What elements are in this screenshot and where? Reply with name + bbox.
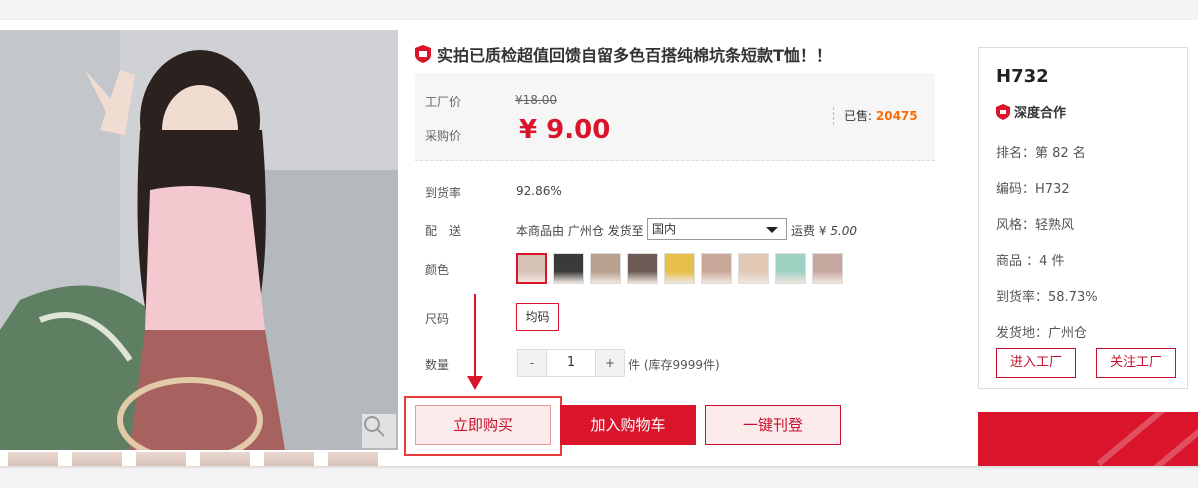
shop-goods: 商品 ：4 件 xyxy=(996,254,1065,269)
color-swatch[interactable] xyxy=(664,253,695,284)
factory-price-label: 工厂价 xyxy=(425,95,462,109)
shop-name: H732 xyxy=(996,66,1049,87)
shop-panel: H732 深度合作 排名：第 82 名 编码：H732 风格：轻熟风 商品 ：4… xyxy=(978,47,1188,389)
deep-cooperation-label: 深度合作 xyxy=(1014,106,1067,121)
annotation-arrow xyxy=(474,294,476,382)
sold-value: 20475 xyxy=(875,109,918,123)
annotation-arrow-head xyxy=(467,376,483,390)
color-swatch[interactable] xyxy=(738,253,769,284)
chevron-down-icon xyxy=(766,227,778,233)
color-swatches xyxy=(516,253,843,284)
product-card: 实拍已质检超值回馈自留多色百搭纯棉坑条短款T恤！！ 工厂价 ¥18.00 采购价… xyxy=(0,20,1198,466)
purchase-price: ¥ 9.00 xyxy=(519,115,611,145)
color-swatch[interactable] xyxy=(812,253,843,284)
shop-ship-from: 发货地：广州仓 xyxy=(996,326,1088,341)
add-to-cart-button[interactable]: 加入购物车 xyxy=(560,405,696,445)
color-swatch[interactable] xyxy=(516,253,547,284)
thumbnail[interactable] xyxy=(72,452,122,466)
enter-factory-button[interactable]: 进入工厂 xyxy=(996,348,1076,378)
color-swatch[interactable] xyxy=(627,253,658,284)
arrival-rate-label: 到货率 xyxy=(425,186,462,200)
zoom-button[interactable] xyxy=(362,414,396,448)
main-product-image[interactable] xyxy=(0,30,398,450)
color-swatch[interactable] xyxy=(701,253,732,284)
promo-banner[interactable] xyxy=(978,412,1198,466)
shipping-fee: 运费 ¥ 5.00 xyxy=(791,222,857,239)
destination-select-value: 国内 xyxy=(652,222,677,236)
color-swatch[interactable] xyxy=(553,253,584,284)
quantity-input[interactable]: 1 xyxy=(546,350,596,376)
quantity-label: 数量 xyxy=(425,358,450,372)
arrival-rate-value: 92.86% xyxy=(516,184,562,198)
color-swatch[interactable] xyxy=(775,253,806,284)
shop-style: 风格：轻熟风 xyxy=(996,218,1075,233)
shop-rank: 排名：第 82 名 xyxy=(996,146,1086,161)
thumbnail[interactable] xyxy=(264,452,314,466)
shield-badge-icon xyxy=(415,45,431,63)
delivery-text: 本商品由 广州仓 发货至 xyxy=(516,224,644,238)
quantity-minus-button[interactable]: - xyxy=(518,350,546,376)
product-title: 实拍已质检超值回馈自留多色百搭纯棉坑条短款T恤！！ xyxy=(437,46,832,65)
shipping-fee-label: 运费 ¥ xyxy=(791,224,827,238)
deep-cooperation-badge: 深度合作 xyxy=(996,102,1066,121)
magnifier-icon xyxy=(364,416,385,437)
shop-code: 编码：H732 xyxy=(996,182,1070,197)
size-label: 尺码 xyxy=(425,312,450,326)
color-swatch[interactable] xyxy=(590,253,621,284)
destination-select[interactable]: 国内 xyxy=(647,218,787,240)
thumbnail-strip xyxy=(8,452,378,466)
factory-price: ¥18.00 xyxy=(515,93,557,107)
title-row: 实拍已质检超值回馈自留多色百搭纯棉坑条短款T恤！！ xyxy=(415,42,832,66)
price-box: 工厂价 ¥18.00 采购价 ¥ 9.00 已售: 20475 xyxy=(415,73,935,161)
shield-icon xyxy=(996,103,1010,120)
quantity-plus-button[interactable]: + xyxy=(596,350,624,376)
size-option[interactable]: 均码 xyxy=(516,303,559,331)
shipping-fee-value: 5.00 xyxy=(830,224,857,238)
purchase-price-label: 采购价 xyxy=(425,129,462,143)
delivery-label: 配 送 xyxy=(425,224,462,238)
quantity-stepper: - 1 + xyxy=(517,349,625,377)
one-click-list-button[interactable]: 一键刊登 xyxy=(705,405,841,445)
shop-arrival-rate: 到货率：58.73% xyxy=(996,290,1098,305)
sold-count: 已售: 20475 xyxy=(833,107,918,125)
thumbnail[interactable] xyxy=(136,452,186,466)
thumbnail[interactable] xyxy=(200,452,250,466)
color-label: 颜色 xyxy=(425,263,450,277)
follow-factory-button[interactable]: 关注工厂 xyxy=(1096,348,1176,378)
thumbnail[interactable] xyxy=(328,452,378,466)
stock-text: 件 (库存9999件) xyxy=(628,358,720,372)
buy-now-button[interactable]: 立即购买 xyxy=(415,405,551,445)
sold-label: 已售: xyxy=(844,109,873,123)
thumbnail[interactable] xyxy=(8,452,58,466)
